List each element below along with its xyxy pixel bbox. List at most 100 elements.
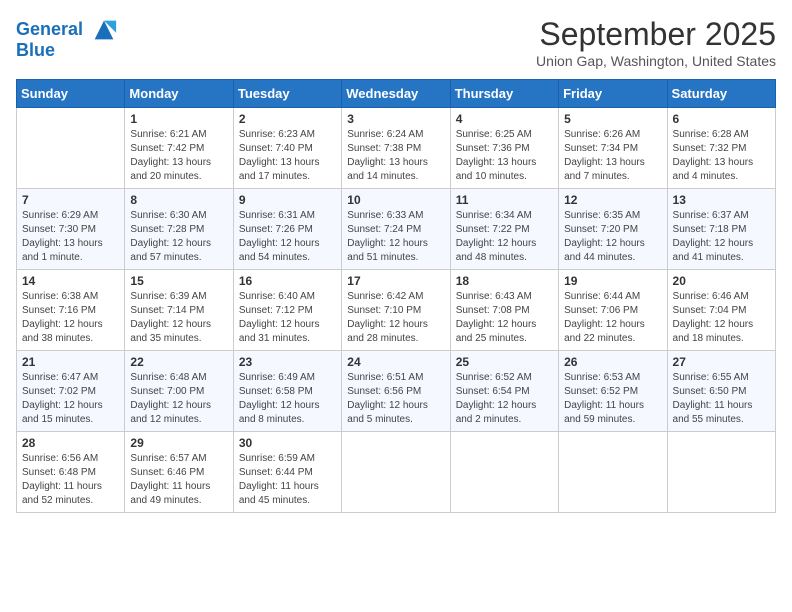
calendar-cell: 20 Sunrise: 6:46 AM Sunset: 7:04 PM Dayli… [667,270,775,351]
calendar-cell: 10 Sunrise: 6:33 AM Sunset: 7:24 PM Dayli… [342,189,450,270]
day-number: 14 [22,274,119,288]
calendar-cell: 25 Sunrise: 6:52 AM Sunset: 6:54 PM Dayli… [450,351,558,432]
day-number: 16 [239,274,336,288]
day-info: Sunrise: 6:51 AM Sunset: 6:56 PM Dayligh… [347,371,444,427]
day-info: Sunrise: 6:56 AM Sunset: 6:48 PM Dayligh… [22,452,119,508]
calendar-cell: 19 Sunrise: 6:44 AM Sunset: 7:06 PM Dayli… [559,270,667,351]
day-number: 20 [673,274,770,288]
day-number: 21 [22,355,119,369]
day-number: 27 [673,355,770,369]
calendar-cell: 5 Sunrise: 6:26 AM Sunset: 7:34 PM Daylig… [559,108,667,189]
day-number: 6 [673,112,770,126]
day-number: 13 [673,193,770,207]
calendar-cell: 23 Sunrise: 6:49 AM Sunset: 6:58 PM Dayli… [233,351,341,432]
calendar-week-row: 21 Sunrise: 6:47 AM Sunset: 7:02 PM Dayli… [17,351,776,432]
calendar-cell [450,432,558,513]
calendar-cell: 8 Sunrise: 6:30 AM Sunset: 7:28 PM Daylig… [125,189,233,270]
day-info: Sunrise: 6:26 AM Sunset: 7:34 PM Dayligh… [564,128,661,184]
day-info: Sunrise: 6:37 AM Sunset: 7:18 PM Dayligh… [673,209,770,265]
day-info: Sunrise: 6:21 AM Sunset: 7:42 PM Dayligh… [130,128,227,184]
calendar-cell: 18 Sunrise: 6:43 AM Sunset: 7:08 PM Dayli… [450,270,558,351]
day-info: Sunrise: 6:28 AM Sunset: 7:32 PM Dayligh… [673,128,770,184]
day-number: 5 [564,112,661,126]
calendar-cell: 1 Sunrise: 6:21 AM Sunset: 7:42 PM Daylig… [125,108,233,189]
day-number: 28 [22,436,119,450]
day-info: Sunrise: 6:43 AM Sunset: 7:08 PM Dayligh… [456,290,553,346]
day-number: 29 [130,436,227,450]
weekday-header-row: SundayMondayTuesdayWednesdayThursdayFrid… [17,80,776,108]
calendar-week-row: 14 Sunrise: 6:38 AM Sunset: 7:16 PM Dayli… [17,270,776,351]
calendar-cell: 13 Sunrise: 6:37 AM Sunset: 7:18 PM Dayli… [667,189,775,270]
location-subtitle: Union Gap, Washington, United States [536,53,776,69]
calendar-cell: 15Sunrise: 6:39 AM Sunset: 7:14 PM Dayli… [125,270,233,351]
day-number: 8 [130,193,227,207]
day-number: 23 [239,355,336,369]
calendar-cell: 14 Sunrise: 6:38 AM Sunset: 7:16 PM Dayli… [17,270,125,351]
day-info: Sunrise: 6:24 AM Sunset: 7:38 PM Dayligh… [347,128,444,184]
calendar-cell: 3 Sunrise: 6:24 AM Sunset: 7:38 PM Daylig… [342,108,450,189]
day-info: Sunrise: 6:40 AM Sunset: 7:12 PM Dayligh… [239,290,336,346]
calendar-week-row: 1 Sunrise: 6:21 AM Sunset: 7:42 PM Daylig… [17,108,776,189]
calendar-cell: 16 Sunrise: 6:40 AM Sunset: 7:12 PM Dayli… [233,270,341,351]
day-number: 10 [347,193,444,207]
day-info: Sunrise: 6:47 AM Sunset: 7:02 PM Dayligh… [22,371,119,427]
calendar-week-row: 28 Sunrise: 6:56 AM Sunset: 6:48 PM Dayli… [17,432,776,513]
day-number: 24 [347,355,444,369]
weekday-header: Wednesday [342,80,450,108]
day-number: 9 [239,193,336,207]
day-info: Sunrise: 6:30 AM Sunset: 7:28 PM Dayligh… [130,209,227,265]
day-info: Sunrise: 6:34 AM Sunset: 7:22 PM Dayligh… [456,209,553,265]
day-number: 3 [347,112,444,126]
day-info: Sunrise: 6:25 AM Sunset: 7:36 PM Dayligh… [456,128,553,184]
calendar-cell: 9 Sunrise: 6:31 AM Sunset: 7:26 PM Daylig… [233,189,341,270]
calendar-cell: 26Sunrise: 6:53 AM Sunset: 6:52 PM Dayli… [559,351,667,432]
calendar-cell: 4 Sunrise: 6:25 AM Sunset: 7:36 PM Daylig… [450,108,558,189]
day-info: Sunrise: 6:57 AM Sunset: 6:46 PM Dayligh… [130,452,227,508]
day-number: 2 [239,112,336,126]
logo: General Blue [16,16,118,61]
calendar-cell: 7 Sunrise: 6:29 AM Sunset: 7:30 PM Daylig… [17,189,125,270]
day-number: 26 [564,355,661,369]
day-number: 11 [456,193,553,207]
day-info: Sunrise: 6:55 AM Sunset: 6:50 PM Dayligh… [673,371,770,427]
calendar-cell: 21 Sunrise: 6:47 AM Sunset: 7:02 PM Dayli… [17,351,125,432]
day-info: Sunrise: 6:49 AM Sunset: 6:58 PM Dayligh… [239,371,336,427]
calendar-cell: 27 Sunrise: 6:55 AM Sunset: 6:50 PM Dayli… [667,351,775,432]
calendar-week-row: 7 Sunrise: 6:29 AM Sunset: 7:30 PM Daylig… [17,189,776,270]
day-number: 18 [456,274,553,288]
calendar-cell [342,432,450,513]
day-number: 30 [239,436,336,450]
calendar-cell: 28 Sunrise: 6:56 AM Sunset: 6:48 PM Dayli… [17,432,125,513]
calendar-cell: 2 Sunrise: 6:23 AM Sunset: 7:40 PM Daylig… [233,108,341,189]
day-number: 1 [130,112,227,126]
day-number: 7 [22,193,119,207]
day-info: Sunrise: 6:52 AM Sunset: 6:54 PM Dayligh… [456,371,553,427]
calendar-cell [559,432,667,513]
calendar-cell [17,108,125,189]
weekday-header: Saturday [667,80,775,108]
day-info: Sunrise: 6:44 AM Sunset: 7:06 PM Dayligh… [564,290,661,346]
day-info: Sunrise: 6:29 AM Sunset: 7:30 PM Dayligh… [22,209,119,265]
day-number: 25 [456,355,553,369]
day-number: 12 [564,193,661,207]
calendar-cell: 11 Sunrise: 6:34 AM Sunset: 7:22 PM Dayli… [450,189,558,270]
calendar-cell: 29 Sunrise: 6:57 AM Sunset: 6:46 PM Dayli… [125,432,233,513]
day-info: Sunrise: 6:46 AM Sunset: 7:04 PM Dayligh… [673,290,770,346]
calendar-cell: 24 Sunrise: 6:51 AM Sunset: 6:56 PM Dayli… [342,351,450,432]
day-info: Sunrise: 6:38 AM Sunset: 7:16 PM Dayligh… [22,290,119,346]
day-info: Sunrise: 6:31 AM Sunset: 7:26 PM Dayligh… [239,209,336,265]
day-info: Sunrise: 6:33 AM Sunset: 7:24 PM Dayligh… [347,209,444,265]
day-number: 15 [130,274,227,288]
month-title: September 2025 [536,16,776,53]
day-number: 19 [564,274,661,288]
day-info: Sunrise: 6:59 AM Sunset: 6:44 PM Dayligh… [239,452,336,508]
day-number: 4 [456,112,553,126]
calendar-cell [667,432,775,513]
day-info: Sunrise: 6:42 AM Sunset: 7:10 PM Dayligh… [347,290,444,346]
day-info: Sunrise: 6:23 AM Sunset: 7:40 PM Dayligh… [239,128,336,184]
weekday-header: Thursday [450,80,558,108]
calendar-cell: 22Sunrise: 6:48 AM Sunset: 7:00 PM Dayli… [125,351,233,432]
page-header: General Blue September 2025 Union Gap, W… [16,16,776,69]
day-info: Sunrise: 6:35 AM Sunset: 7:20 PM Dayligh… [564,209,661,265]
weekday-header: Monday [125,80,233,108]
